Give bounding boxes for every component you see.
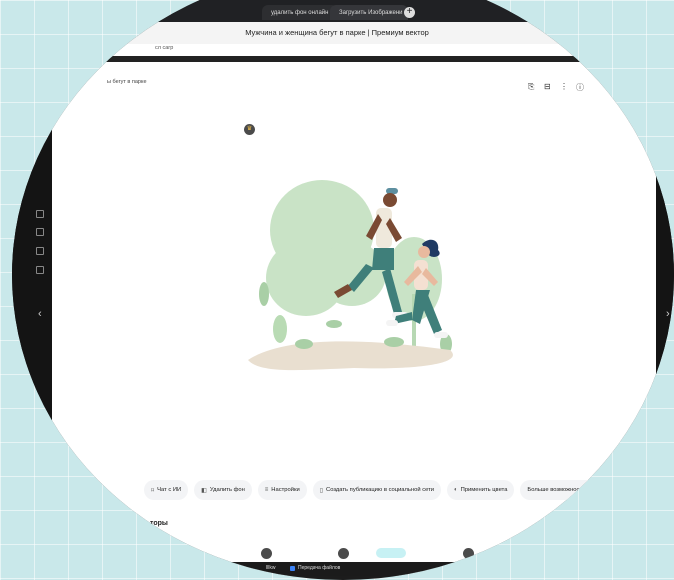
image-preview-panel: ы бегут в парке ⎘ ⊟ ⋮ ⓘ ♛ ⌑ Чат с ИИ ◧ У… <box>52 62 656 576</box>
previous-arrow-icon[interactable]: ‹ <box>38 308 42 320</box>
settings-button[interactable]: ≡ Настройки <box>257 480 307 500</box>
browser-tab-remove-background[interactable]: удалить фон онлайн — S <box>262 5 342 20</box>
breadcrumb: ы бегут в парке <box>107 79 147 85</box>
settings-label: Настройки <box>271 487 300 493</box>
more-ai-features-label: Больше возможностей с ИИ <box>527 487 603 493</box>
related-authors-heading: торы <box>150 520 168 527</box>
create-social-post-button[interactable]: ▯ Создать публикацию в социальной сети <box>312 480 442 500</box>
apply-colors-label: Применить цвета <box>460 487 508 493</box>
social-post-icon: ▯ <box>319 487 324 494</box>
more-options-icon[interactable]: ⋮ <box>560 82 568 91</box>
taskbar-item[interactable]: lllkw <box>266 565 275 571</box>
taskbar: lllkw Передача файлов <box>12 562 674 576</box>
apply-colors-button[interactable]: ◐ Применить цвета <box>447 480 515 500</box>
ai-action-bar: ⌑ Чат с ИИ ◧ Удалить фон ≡ Настройки ▯ С… <box>144 480 610 500</box>
info-icon[interactable]: ⓘ <box>576 82 584 93</box>
settings-icon: ≡ <box>264 487 269 493</box>
running-couple-illustration <box>248 180 453 371</box>
browser-tab-bar: удалить фон онлайн — S Загрузить Изображ… <box>12 0 674 22</box>
palette-icon: ◐ <box>454 487 458 493</box>
tab-label: Загрузить Изображени <box>339 9 403 16</box>
taskbar-item-file-transfer[interactable]: Передача файлов <box>290 565 340 571</box>
window-title-bar: Мужчина и женщина бегут в парке | Премиу… <box>12 22 674 44</box>
right-edge: › <box>656 62 674 576</box>
create-social-post-label: Создать публикацию в социальной сети <box>326 487 435 493</box>
save-to-collection-icon[interactable]: ⊟ <box>544 82 551 91</box>
chat-with-ai-label: Чат с ИИ <box>157 487 182 493</box>
remove-background-button[interactable]: ◧ Удалить фон <box>194 480 252 500</box>
premium-crown-icon: ♛ <box>244 124 255 135</box>
more-ai-features-button[interactable]: Больше возможностей с ИИ <box>520 480 610 500</box>
bookmark-add-icon[interactable]: ⎘ <box>528 82 534 92</box>
new-tab-button[interactable]: + <box>404 7 415 18</box>
next-arrow-icon[interactable]: › <box>666 308 670 320</box>
thumbnail-highlight <box>376 548 406 558</box>
chat-with-ai-button[interactable]: ⌑ Чат с ИИ <box>144 480 189 500</box>
chat-icon: ⌑ <box>151 487 155 494</box>
left-sidebar: ‹ <box>12 62 52 576</box>
oval-frame: удалить фон онлайн — S Загрузить Изображ… <box>12 0 674 580</box>
browser-tab-upload-image[interactable]: Загрузить Изображени <box>330 5 408 20</box>
remove-background-icon: ◧ <box>201 487 207 494</box>
ground-path <box>248 341 453 371</box>
premium-crown-icon <box>338 548 349 559</box>
remove-background-label: Удалить фон <box>209 487 245 493</box>
window-title: Мужчина и женщина бегут в парке | Премиу… <box>245 28 429 37</box>
taskbar-item-label: Передача файлов <box>298 565 341 571</box>
taskbar-item-label: lllkw <box>266 565 276 571</box>
premium-crown-icon <box>261 548 272 559</box>
premium-crown-icon <box>463 548 474 559</box>
address-text: сл сагр <box>155 45 174 51</box>
file-transfer-icon <box>290 565 295 571</box>
